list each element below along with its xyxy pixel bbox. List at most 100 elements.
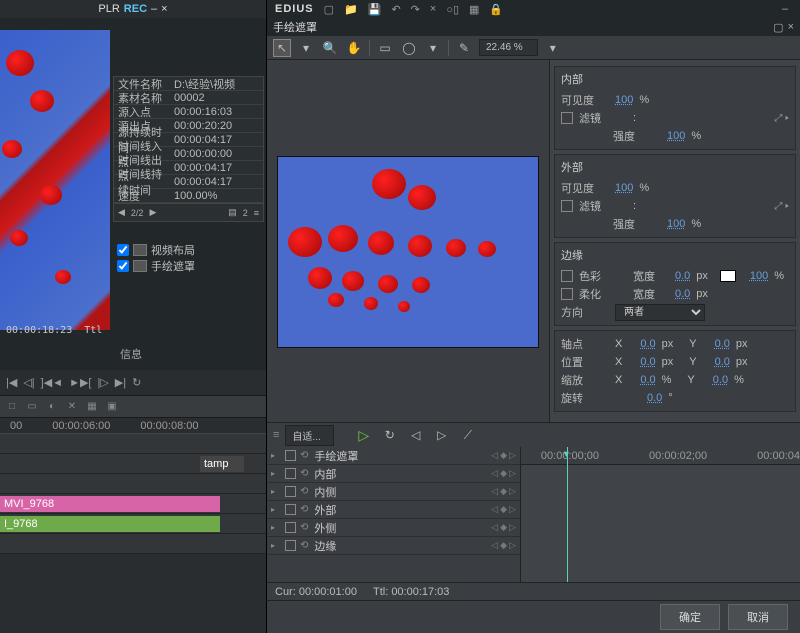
curve-icon[interactable]: ⟋ bbox=[458, 426, 478, 444]
clip-out-icon[interactable]: ►▶[ bbox=[69, 376, 91, 389]
timeline-track[interactable]: MVI_9768 bbox=[0, 494, 266, 514]
expand-icon[interactable]: ⤢ ▸ bbox=[774, 113, 789, 124]
arrow-tool-icon[interactable]: ↖ bbox=[273, 39, 291, 57]
kf-checkbox[interactable] bbox=[285, 468, 296, 479]
close-icon[interactable]: × bbox=[161, 3, 167, 15]
effect-checkbox[interactable] bbox=[117, 244, 129, 256]
next-key-icon[interactable]: ▷ bbox=[509, 450, 516, 461]
dropdown-icon[interactable]: ▾ bbox=[424, 39, 442, 57]
timeline-clip[interactable]: I_9768 bbox=[0, 516, 220, 532]
kf-checkbox[interactable] bbox=[285, 504, 296, 515]
expand-icon[interactable]: ▸ bbox=[271, 523, 281, 532]
soften-checkbox[interactable] bbox=[561, 288, 573, 300]
tool-icon[interactable]: ✕ bbox=[64, 399, 80, 415]
filter-checkbox[interactable] bbox=[561, 112, 573, 124]
pos-x-value[interactable]: 0.0 bbox=[640, 356, 655, 368]
rotation-value[interactable]: 0.0 bbox=[647, 392, 662, 404]
tool-icon[interactable]: □ bbox=[4, 399, 20, 415]
kf-row[interactable]: ▸⟲手绘遮罩◁◆▷ bbox=[267, 447, 520, 465]
next-key-icon[interactable]: ▷ bbox=[509, 522, 516, 533]
timeline-clip[interactable]: tamp bbox=[200, 456, 244, 472]
visibility-value[interactable]: 100 bbox=[615, 182, 633, 194]
loop-icon[interactable]: ↻ bbox=[132, 376, 141, 389]
kf-row[interactable]: ▸⟲外部◁◆▷ bbox=[267, 501, 520, 519]
add-key-icon[interactable]: ◆ bbox=[500, 522, 507, 533]
expand-icon[interactable]: ▸ bbox=[271, 487, 281, 496]
expand-icon[interactable]: ▸ bbox=[271, 541, 281, 550]
kf-checkbox[interactable] bbox=[285, 486, 296, 497]
next-key-icon[interactable]: ▷ bbox=[509, 468, 516, 479]
effect-item[interactable]: 视频布局 bbox=[113, 242, 264, 258]
direction-select[interactable]: 两者 bbox=[615, 304, 705, 321]
kf-row[interactable]: ▸⟲边缘◁◆▷ bbox=[267, 537, 520, 555]
new-icon[interactable]: ▢ bbox=[324, 3, 334, 16]
timeline-track[interactable]: I_9768 bbox=[0, 514, 266, 534]
settings-icon[interactable]: ○▯ bbox=[446, 3, 459, 16]
dropdown-icon[interactable]: ▾ bbox=[544, 39, 562, 57]
pivot-x-value[interactable]: 0.0 bbox=[640, 338, 655, 350]
prev-key-icon[interactable]: ◁ bbox=[491, 468, 498, 479]
minimize-icon[interactable]: – bbox=[151, 3, 157, 15]
kf-checkbox[interactable] bbox=[285, 450, 296, 461]
prev-key-icon[interactable]: ◁ bbox=[491, 486, 498, 497]
hand-tool-icon[interactable]: ✋ bbox=[345, 39, 363, 57]
tool-icon[interactable]: ◐ bbox=[44, 399, 60, 415]
clip-in-icon[interactable]: ]◀◄ bbox=[41, 376, 63, 389]
add-key-icon[interactable]: ◆ bbox=[500, 468, 507, 479]
prev-icon[interactable]: ◀ bbox=[118, 207, 125, 218]
timeline-track[interactable] bbox=[0, 434, 266, 454]
redo-icon[interactable]: ↷ bbox=[411, 3, 420, 16]
next-key-icon[interactable]: ▷ bbox=[509, 504, 516, 515]
pos-y-value[interactable]: 0.0 bbox=[715, 356, 730, 368]
add-key-icon[interactable]: ◆ bbox=[500, 486, 507, 497]
keyframe-timeline[interactable]: 00:00:00;00 00:00:02;00 00:00:04 bbox=[521, 447, 800, 582]
reset-icon[interactable]: ⟲ bbox=[300, 540, 308, 551]
prev-key-icon[interactable]: ◁ bbox=[491, 540, 498, 551]
rect-tool-icon[interactable]: ▭ bbox=[376, 39, 394, 57]
layout-icon[interactable]: ▦ bbox=[469, 3, 479, 16]
tool-icon[interactable]: ▭ bbox=[24, 399, 40, 415]
add-key-icon[interactable]: ◆ bbox=[500, 540, 507, 551]
expand-icon[interactable]: ▸ bbox=[271, 451, 281, 460]
lock-icon[interactable]: 🔒 bbox=[489, 3, 503, 16]
timeline-ruler[interactable]: 00 00:00:06:00 00:00:08:00 bbox=[0, 418, 266, 434]
expand-icon[interactable]: ▸ bbox=[271, 505, 281, 514]
effect-checkbox[interactable] bbox=[117, 260, 129, 272]
effect-item[interactable]: 手绘遮罩 bbox=[113, 258, 264, 274]
ellipse-tool-icon[interactable]: ◯ bbox=[400, 39, 418, 57]
opacity-value[interactable]: 100 bbox=[750, 270, 768, 282]
fit-mode-dropdown[interactable]: 自适... bbox=[285, 425, 333, 446]
next-key-icon[interactable]: ▷ bbox=[509, 486, 516, 497]
visibility-value[interactable]: 100 bbox=[615, 94, 633, 106]
color-swatch[interactable] bbox=[720, 270, 736, 282]
loop-icon[interactable]: ↻ bbox=[380, 426, 400, 444]
reset-icon[interactable]: ⟲ bbox=[300, 504, 308, 515]
strength-value[interactable]: 100 bbox=[667, 130, 685, 142]
expand-icon[interactable]: ▸ bbox=[271, 469, 281, 478]
prev-key-icon[interactable]: ◁ bbox=[491, 450, 498, 461]
save-icon[interactable]: 💾 bbox=[368, 3, 382, 16]
reset-icon[interactable]: ⟲ bbox=[300, 468, 308, 479]
prev-key-icon[interactable]: ◁ bbox=[491, 504, 498, 515]
undo-icon[interactable]: ↶ bbox=[391, 3, 400, 16]
zoom-dropdown[interactable]: 22.46 % bbox=[479, 39, 538, 56]
mark-in-icon[interactable]: |◀ bbox=[6, 376, 17, 389]
reset-icon[interactable]: ⟲ bbox=[300, 486, 308, 497]
kf-row[interactable]: ▸⟲内部◁◆▷ bbox=[267, 465, 520, 483]
play-icon[interactable]: ▷ bbox=[354, 426, 374, 444]
strength-value[interactable]: 100 bbox=[667, 218, 685, 230]
menu-icon[interactable]: ≡ bbox=[273, 429, 279, 441]
close-icon[interactable]: × bbox=[788, 21, 794, 34]
menu-icon[interactable]: ≡ bbox=[254, 208, 259, 218]
next-key-icon[interactable]: ▷ bbox=[509, 540, 516, 551]
preview-thumbnail[interactable] bbox=[0, 30, 110, 330]
mark-out-arrow-icon[interactable]: |▷ bbox=[97, 376, 108, 389]
minimize-icon[interactable]: – bbox=[778, 2, 792, 16]
timeline-track[interactable] bbox=[0, 534, 266, 554]
maximize-icon[interactable]: ▢ bbox=[773, 21, 783, 34]
zoom-tool-icon[interactable]: 🔍 bbox=[321, 39, 339, 57]
cancel-button[interactable]: 取消 bbox=[728, 604, 788, 630]
add-key-icon[interactable]: ◆ bbox=[500, 504, 507, 515]
list-icon[interactable]: ▤ bbox=[228, 207, 237, 218]
timeline-clip[interactable]: MVI_9768 bbox=[0, 496, 220, 512]
